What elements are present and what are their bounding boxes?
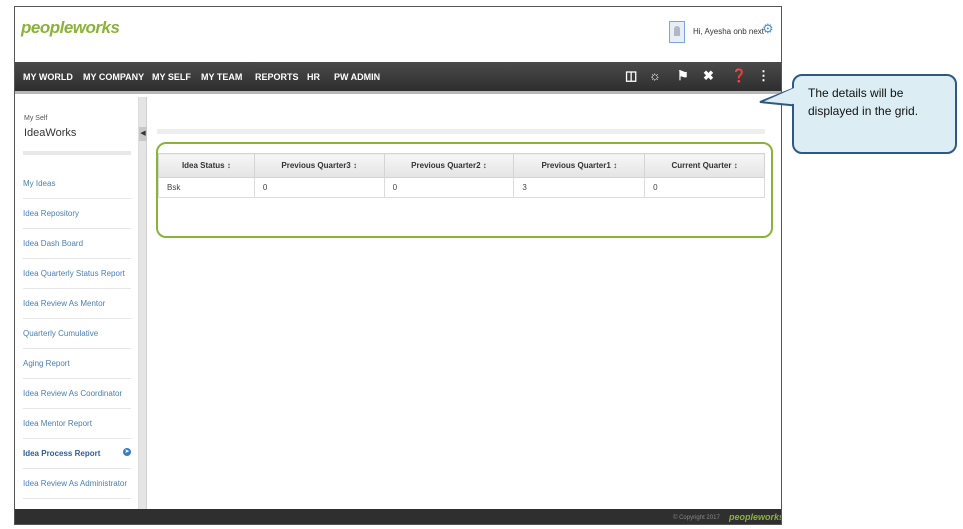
sidebar-item-review-as-mentor[interactable]: Idea Review As Mentor [23, 289, 131, 319]
tools-icon[interactable]: ✖ [703, 68, 714, 84]
callout-text: The details will be displayed in the gri… [808, 86, 919, 118]
sidebar-divider [23, 151, 131, 155]
sidebar-item-quarterly-cumulative[interactable]: Quarterly Cumulative [23, 319, 131, 349]
sidebar-splitter[interactable] [139, 97, 147, 509]
footer-logo: peopleworks [729, 512, 782, 522]
grid-highlight [156, 142, 773, 238]
sidebar-item-my-ideas[interactable]: My Ideas [23, 169, 131, 199]
callout: The details will be displayed in the gri… [792, 74, 957, 154]
sidebar-item-process-report[interactable]: Idea Process Report [23, 439, 131, 469]
flag-icon[interactable]: ⚑ [677, 68, 689, 84]
help-icon[interactable]: ❓ [731, 68, 747, 84]
sidebar-item-review-as-coordinator[interactable]: Idea Review As Coordinator [23, 379, 131, 409]
sidebar-item-aging-report[interactable]: Aging Report [23, 349, 131, 379]
sidebar-title: IdeaWorks [24, 127, 77, 139]
avatar[interactable] [669, 21, 685, 43]
nav-my-world[interactable]: MY WORLD [23, 72, 73, 82]
user-greeting[interactable]: Hi, Ayesha onb next [693, 27, 764, 36]
sidebar-item-idea-repository[interactable]: Idea Repository [23, 199, 131, 229]
nav-my-company[interactable]: MY COMPANY [83, 72, 144, 82]
app-window: peopleworks Hi, Ayesha onb next ⚙ MY WOR… [14, 6, 782, 525]
arrow-right-icon[interactable]: ➤ [123, 448, 131, 456]
footer: © Copyright 2017 peopleworks [15, 509, 782, 524]
gear-icon[interactable]: ⚙ [762, 21, 774, 37]
menu-icon[interactable]: ⋮ [757, 68, 770, 84]
content-toolbar [157, 129, 765, 134]
nav-hr[interactable]: HR [307, 72, 320, 82]
main-nav: MY WORLD MY COMPANY MY SELF MY TEAM REPO… [15, 62, 781, 94]
book-icon[interactable]: ◫ [625, 68, 637, 84]
copyright-text: © Copyright 2017 [673, 515, 720, 521]
lightbulb-icon[interactable]: ☼ [649, 68, 661, 83]
nav-pw-admin[interactable]: PW ADMIN [334, 72, 380, 82]
sidebar-item-mentor-report[interactable]: Idea Mentor Report [23, 409, 131, 439]
nav-my-self[interactable]: MY SELF [152, 72, 191, 82]
sidebar-item-quarterly-status[interactable]: Idea Quarterly Status Report [23, 259, 131, 289]
nav-my-team[interactable]: MY TEAM [201, 72, 242, 82]
sidebar-item-idea-dash-board[interactable]: Idea Dash Board [23, 229, 131, 259]
sidebar-breadcrumb: My Self [24, 115, 48, 122]
header: peopleworks Hi, Ayesha onb next ⚙ [15, 7, 781, 62]
collapse-sidebar-icon[interactable]: ◀ [139, 127, 147, 141]
sidebar: My Self IdeaWorks My Ideas Idea Reposito… [15, 97, 139, 518]
nav-reports[interactable]: REPORTS [255, 72, 299, 82]
logo[interactable]: peopleworks [21, 18, 120, 38]
sidebar-item-review-as-administrator[interactable]: Idea Review As Administrator [23, 469, 131, 499]
